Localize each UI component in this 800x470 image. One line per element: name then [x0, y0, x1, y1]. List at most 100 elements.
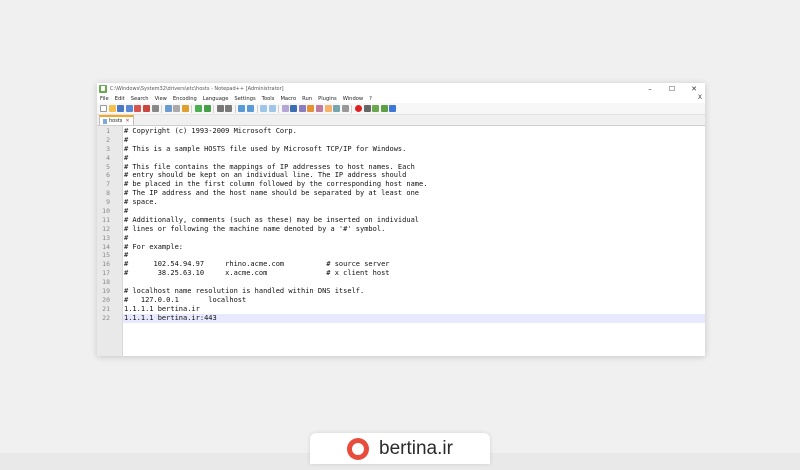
code-line[interactable]: # 38.25.63.10 x.acme.com # x client host: [123, 269, 705, 278]
close-document-button[interactable]: X: [698, 94, 702, 101]
code-line[interactable]: # 127.0.0.1 localhost: [123, 296, 705, 305]
tab-hosts[interactable]: hosts ✕: [99, 115, 134, 125]
undo-icon[interactable]: [194, 105, 202, 112]
line-number: 7: [106, 180, 110, 189]
line-number: 16: [102, 260, 110, 269]
save-all-icon[interactable]: [125, 105, 133, 112]
line-number: 9: [106, 198, 110, 207]
line-number: 13: [102, 233, 110, 242]
code-line[interactable]: #: [123, 234, 705, 243]
editor-area[interactable]: 1 2 3 4 5 6 7 8 9 10 11 12 13 14 15 16 1…: [97, 126, 705, 356]
code-line[interactable]: # space.: [123, 198, 705, 207]
indent-guide-icon[interactable]: [298, 105, 306, 112]
line-number: 12: [102, 224, 110, 233]
redo-icon[interactable]: [203, 105, 211, 112]
code-line[interactable]: # localhost name resolution is handled w…: [123, 287, 705, 296]
close-button[interactable]: ✕: [683, 85, 705, 93]
line-number: 22: [102, 313, 110, 322]
code-line[interactable]: #: [123, 251, 705, 260]
sync-scroll-horizontal-icon[interactable]: [268, 105, 276, 112]
run-macro-multiple-icon[interactable]: [380, 105, 388, 112]
code-line[interactable]: # Additionally, comments (such as these)…: [123, 216, 705, 225]
toolbar: [97, 103, 705, 115]
code-line[interactable]: # For example:: [123, 243, 705, 252]
code-line[interactable]: #: [123, 136, 705, 145]
show-all-characters-icon[interactable]: [290, 105, 298, 112]
menu-plugins[interactable]: Plugins: [318, 96, 337, 102]
print-icon[interactable]: [151, 105, 159, 112]
word-wrap-icon[interactable]: [281, 105, 289, 112]
code-line[interactable]: #: [123, 154, 705, 163]
line-number: 18: [102, 278, 110, 287]
copy-icon[interactable]: [173, 105, 181, 112]
code-line[interactable]: 1.1.1.1 bertina.ir: [123, 305, 705, 314]
menu-tools[interactable]: Tools: [262, 96, 275, 102]
code-line[interactable]: [123, 278, 705, 287]
code-line[interactable]: # This file contains the mappings of IP …: [123, 163, 705, 172]
code-line[interactable]: # 102.54.94.97 rhino.acme.com # source s…: [123, 260, 705, 269]
brand-name: bertina.ir: [379, 437, 453, 459]
monitoring-icon[interactable]: [341, 105, 349, 112]
line-number: 1: [106, 127, 110, 135]
menu-view[interactable]: View: [155, 96, 167, 102]
notepad-window: C:\Windows\System32\drivers\etc\hosts - …: [97, 83, 705, 356]
paste-icon[interactable]: [181, 105, 189, 112]
menu-edit[interactable]: Edit: [115, 96, 125, 102]
line-number: 19: [102, 287, 110, 296]
save-icon[interactable]: [117, 105, 125, 112]
toolbar-separator: [351, 104, 353, 113]
zoom-out-icon[interactable]: [246, 105, 254, 112]
title-bar[interactable]: C:\Windows\System32\drivers\etc\hosts - …: [97, 83, 705, 94]
menu-run[interactable]: Run: [302, 96, 312, 102]
stop-macro-icon[interactable]: [363, 105, 371, 112]
cut-icon[interactable]: [164, 105, 172, 112]
toolbar-separator: [256, 104, 258, 113]
folder-as-workspace-icon[interactable]: [333, 105, 341, 112]
line-number: 6: [106, 171, 110, 180]
window-title: C:\Windows\System32\drivers\etc\hosts - …: [110, 85, 284, 92]
menu-encoding[interactable]: Encoding: [173, 96, 197, 102]
menu-bar: File Edit Search View Encoding Language …: [97, 94, 705, 103]
code-line[interactable]: #: [123, 207, 705, 216]
menu-search[interactable]: Search: [131, 96, 149, 102]
close-file-icon[interactable]: [134, 105, 142, 112]
find-icon[interactable]: [216, 105, 224, 112]
line-number: 2: [106, 135, 110, 144]
close-all-icon[interactable]: [142, 105, 150, 112]
record-macro-icon[interactable]: [354, 105, 362, 112]
menu-language[interactable]: Language: [203, 96, 229, 102]
function-list-icon[interactable]: [324, 105, 332, 112]
replace-icon[interactable]: [225, 105, 233, 112]
code-line[interactable]: # entry should be kept on an individual …: [123, 171, 705, 180]
menu-window[interactable]: Window: [343, 96, 363, 102]
code-line-current[interactable]: 1.1.1.1 bertina.ir:443: [123, 313, 705, 323]
line-number: 3: [106, 144, 110, 153]
file-icon: [103, 118, 107, 124]
sync-scroll-vertical-icon[interactable]: [260, 105, 267, 112]
line-number: 8: [106, 189, 110, 198]
code-line[interactable]: # This is a sample HOSTS file used by Mi…: [123, 145, 705, 154]
code-line[interactable]: # be placed in the first column followed…: [123, 180, 705, 189]
toolbar-separator: [234, 104, 236, 113]
code-line[interactable]: # Copyright (c) 1993-2009 Microsoft Corp…: [123, 127, 705, 136]
save-macro-icon[interactable]: [389, 105, 397, 112]
line-number: 4: [106, 153, 110, 162]
tab-close-icon[interactable]: ✕: [125, 118, 129, 124]
minimize-button[interactable]: –: [639, 85, 661, 93]
code-text-area[interactable]: # Copyright (c) 1993-2009 Microsoft Corp…: [123, 126, 705, 356]
code-line[interactable]: # lines or following the machine name de…: [123, 225, 705, 234]
play-macro-icon[interactable]: [372, 105, 380, 112]
maximize-button[interactable]: ☐: [661, 85, 683, 93]
doc-map-icon[interactable]: [316, 105, 324, 112]
menu-file[interactable]: File: [100, 96, 109, 102]
line-number: 10: [102, 207, 110, 216]
menu-settings[interactable]: Settings: [234, 96, 255, 102]
menu-macro[interactable]: Macro: [280, 96, 296, 102]
line-number: 11: [102, 215, 110, 224]
open-file-icon[interactable]: [108, 105, 116, 112]
language-icon[interactable]: [307, 105, 315, 112]
code-line[interactable]: # The IP address and the host name shoul…: [123, 189, 705, 198]
menu-help[interactable]: ?: [369, 96, 372, 102]
new-file-icon[interactable]: [100, 105, 107, 112]
zoom-in-icon[interactable]: [238, 105, 246, 112]
